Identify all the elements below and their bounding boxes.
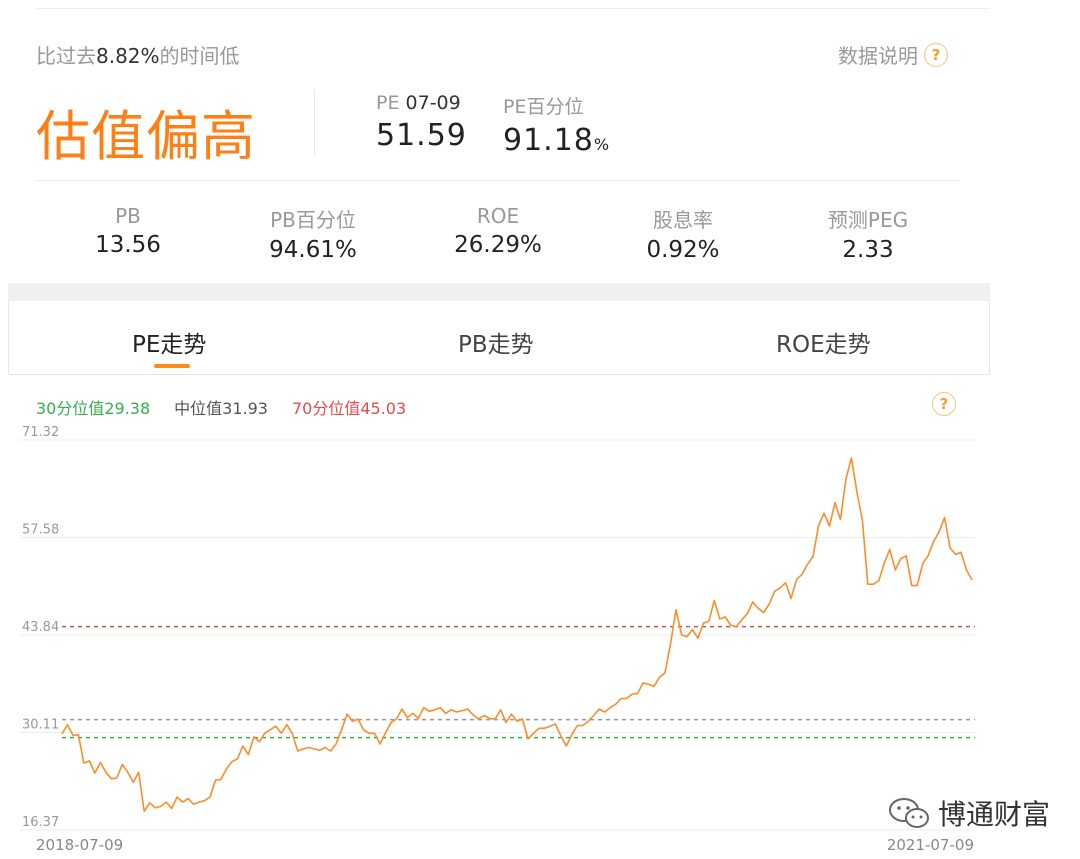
y-tick-label: 16.37 bbox=[22, 815, 59, 830]
watermark: 博通财富 bbox=[888, 793, 1050, 833]
pe-trend-chart: 71.32 57.58 43.84 30.11 16.37 2018-07-09 2021-… bbox=[20, 425, 975, 854]
wechat-icon bbox=[889, 798, 929, 828]
x-end-label: 2021-07-09 bbox=[887, 836, 974, 854]
x-start-label: 2018-07-09 bbox=[36, 836, 123, 854]
y-tick-label: 71.32 bbox=[22, 425, 59, 440]
y-tick-label: 30.11 bbox=[22, 717, 59, 732]
watermark-text: 博通财富 bbox=[938, 798, 1051, 831]
y-tick-label: 57.58 bbox=[22, 523, 59, 538]
y-tick-label: 43.84 bbox=[22, 620, 59, 635]
